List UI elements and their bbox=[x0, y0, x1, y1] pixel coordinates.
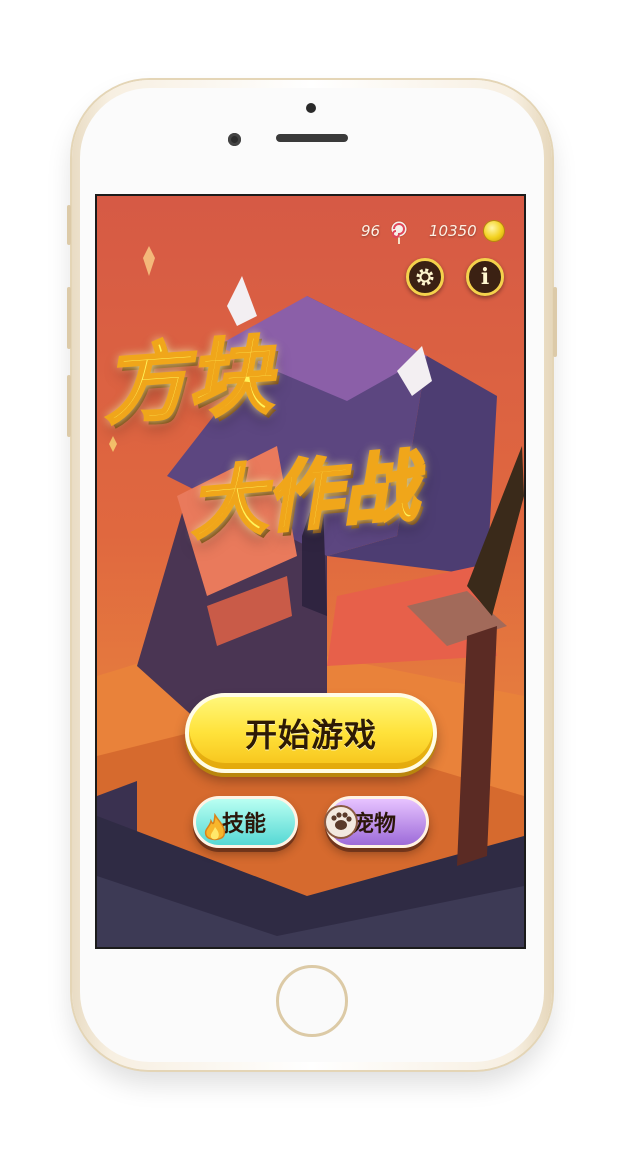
start-game-label: 开始游戏 bbox=[244, 716, 377, 754]
pets-button[interactable]: 宠物 bbox=[325, 796, 429, 848]
coin-icon bbox=[484, 221, 504, 241]
front-camera bbox=[228, 133, 241, 146]
volume-down-button bbox=[67, 375, 71, 437]
flame-icon bbox=[204, 813, 226, 841]
info-icon: i bbox=[480, 264, 490, 290]
home-button[interactable] bbox=[276, 965, 348, 1037]
power-button bbox=[553, 287, 557, 357]
pets-label: 宠物 bbox=[352, 812, 397, 837]
gear-icon bbox=[416, 268, 434, 286]
settings-button[interactable] bbox=[406, 258, 444, 296]
mute-switch bbox=[67, 205, 71, 245]
info-button[interactable]: i bbox=[466, 258, 504, 296]
paw-icon bbox=[326, 807, 356, 837]
lollipop-icon bbox=[390, 220, 408, 244]
lollipop-count: 96 bbox=[361, 222, 381, 240]
proximity-sensor bbox=[306, 103, 316, 113]
skills-button[interactable]: 技能 bbox=[193, 796, 298, 848]
earpiece-speaker bbox=[276, 134, 348, 142]
game-screen: 96 10350 i 方块 大作战 开始游戏 技能 宠物 bbox=[97, 196, 524, 947]
coin-count: 10350 bbox=[429, 222, 477, 240]
game-title-line-1: 方块 bbox=[99, 325, 276, 437]
game-title-line-2: 大作战 bbox=[185, 440, 423, 552]
skills-label: 技能 bbox=[222, 812, 267, 837]
background-scene bbox=[97, 246, 524, 947]
start-game-button[interactable]: 开始游戏 bbox=[185, 693, 437, 773]
volume-up-button bbox=[67, 287, 71, 349]
